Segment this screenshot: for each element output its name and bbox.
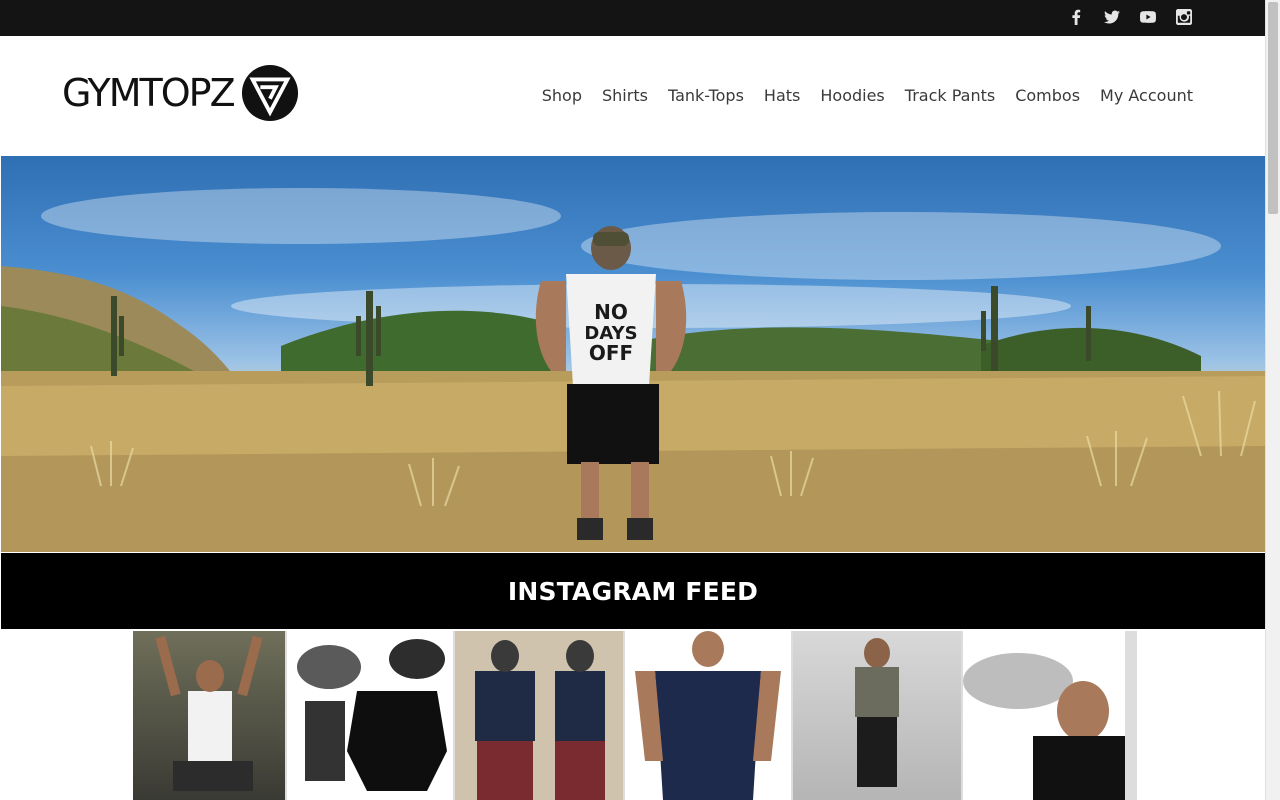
instagram-post[interactable] xyxy=(625,631,791,800)
post-image xyxy=(155,635,263,791)
top-bar xyxy=(0,0,1265,36)
instagram-post[interactable] xyxy=(287,631,453,800)
youtube-icon[interactable] xyxy=(1139,8,1157,26)
nav-item-my-account[interactable]: My Account xyxy=(1100,86,1193,105)
instagram-icon[interactable] xyxy=(1175,8,1193,26)
nav-item-track-pants[interactable]: Track Pants xyxy=(905,86,995,105)
post-image xyxy=(297,639,447,791)
page-scrollbar[interactable] xyxy=(1265,0,1280,800)
instagram-post[interactable] xyxy=(133,631,285,800)
nav-item-shirts[interactable]: Shirts xyxy=(602,86,648,105)
nav-item-hoodies[interactable]: Hoodies xyxy=(820,86,884,105)
site-logo[interactable]: GYMTOPZ xyxy=(62,64,300,122)
instagram-feed-title: INSTAGRAM FEED xyxy=(507,576,759,606)
facebook-icon[interactable] xyxy=(1067,8,1085,26)
logo-emblem-icon xyxy=(241,64,298,122)
instagram-post[interactable] xyxy=(455,631,623,800)
nav-item-combos[interactable]: Combos xyxy=(1015,86,1080,105)
logo-wordmark: GYMTOPZ xyxy=(62,71,236,115)
shirt-text-line-3: OFF xyxy=(589,341,633,365)
instagram-post[interactable] xyxy=(963,631,1125,800)
nav-item-shop[interactable]: Shop xyxy=(542,86,582,105)
social-links xyxy=(1067,8,1193,26)
hero-illustration: NO DAYS OFF xyxy=(1,188,1265,552)
post-image xyxy=(963,653,1125,800)
nav-item-tank-tops[interactable]: Tank-Tops xyxy=(668,86,744,105)
nav-item-hats[interactable]: Hats xyxy=(764,86,800,105)
site-header: GYMTOPZ Shop Shirts Tank-Tops Hats Hoodi… xyxy=(0,36,1265,156)
instagram-feed xyxy=(133,631,1137,800)
post-image xyxy=(475,640,605,800)
instagram-feed-header: INSTAGRAM FEED xyxy=(1,553,1265,629)
twitter-icon[interactable] xyxy=(1103,8,1121,26)
post-image xyxy=(635,631,781,800)
main-nav: Shop Shirts Tank-Tops Hats Hoodies Track… xyxy=(542,86,1193,105)
shirt-text-line-1: NO xyxy=(594,300,628,324)
instagram-post[interactable] xyxy=(793,631,961,800)
post-image xyxy=(855,638,899,787)
scrollbar-thumb[interactable] xyxy=(1268,2,1278,214)
hero-banner: NO DAYS OFF xyxy=(1,156,1265,552)
